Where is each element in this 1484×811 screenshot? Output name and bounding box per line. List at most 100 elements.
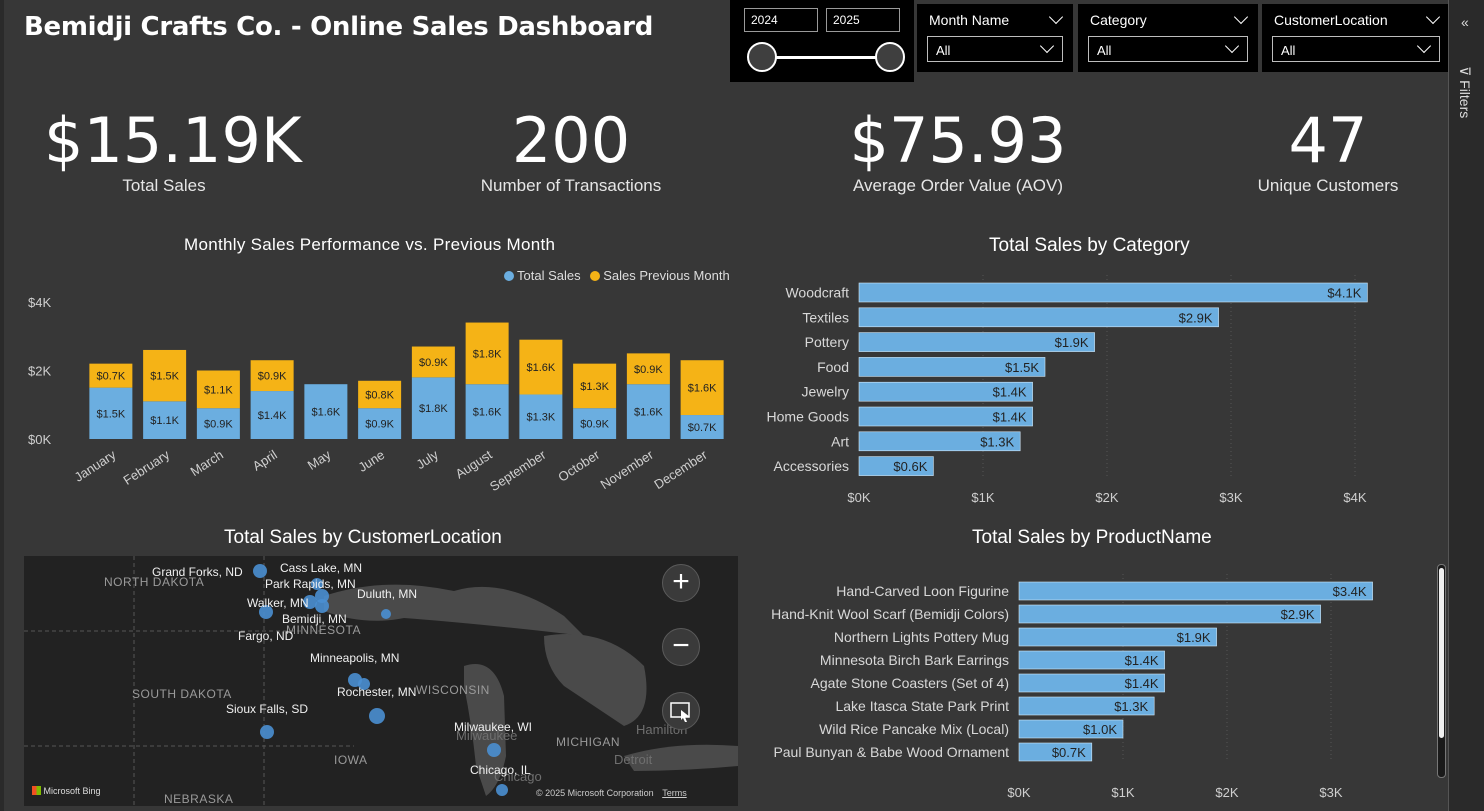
monthly-sales-chart[interactable]: $0K $2K $4K $1.5K $0.7K January $1.1K $1.5K Febr… bbox=[24, 285, 744, 500]
map-credit-text: Microsoft Bing bbox=[43, 786, 101, 796]
map-terms-link[interactable]: Terms bbox=[662, 788, 687, 798]
year-start-input[interactable]: 2024 bbox=[744, 8, 818, 32]
kpi-aov: $75.93 Average Order Value (AOV) bbox=[818, 106, 1098, 196]
data-label: $0.9K bbox=[258, 371, 287, 383]
slicer-customer-location-dropdown[interactable]: All bbox=[1272, 36, 1440, 62]
data-label: $1.4K bbox=[1125, 653, 1159, 668]
filters-pane-label[interactable]: ⊽ Filters bbox=[1456, 66, 1473, 118]
customer-location-map[interactable]: NORTH DAKOTA MINNESOTA SOUTH DAKOTA WISCONS… bbox=[24, 556, 738, 806]
page-title: Bemidji Crafts Co. - Online Sales Dashbo… bbox=[24, 12, 654, 42]
city-label: Cass Lake, MN bbox=[280, 561, 362, 575]
category-label: Art bbox=[831, 433, 849, 449]
data-label: $0.9K bbox=[419, 357, 448, 369]
data-label: $1.1K bbox=[204, 384, 233, 396]
product-chart-scrollbar[interactable] bbox=[1437, 564, 1446, 778]
map-canvas[interactable]: NORTH DAKOTAMINNESOTASOUTH DAKOTA WISCONS… bbox=[24, 556, 738, 806]
filters-label-text: Filters bbox=[1457, 80, 1473, 119]
slicer-category-value: All bbox=[1097, 43, 1112, 58]
bing-logo: Microsoft Bing bbox=[32, 786, 101, 796]
year-slider-track[interactable] bbox=[760, 56, 888, 59]
slicer-month-name[interactable]: Month Name All bbox=[917, 4, 1073, 72]
slicer-customer-location-label: CustomerLocation bbox=[1274, 12, 1388, 28]
data-label: $1.6K bbox=[688, 383, 717, 395]
category-label: Wild Rice Pancake Mix (Local) bbox=[819, 721, 1009, 737]
data-label: $1.6K bbox=[312, 407, 341, 419]
data-label: $1.6K bbox=[473, 407, 502, 419]
data-label: $0.9K bbox=[580, 419, 609, 431]
filters-pane[interactable]: « ⊽ Filters bbox=[1448, 0, 1484, 811]
x-tick-label: September bbox=[487, 447, 549, 495]
x-tick-label: $2K bbox=[1095, 490, 1118, 505]
data-label: $1.6K bbox=[634, 407, 663, 419]
year-end-input[interactable]: 2025 bbox=[826, 8, 900, 32]
x-tick-label: February bbox=[120, 447, 172, 488]
slicer-category[interactable]: Category All bbox=[1078, 4, 1258, 72]
report-canvas: Bemidji Crafts Co. - Online Sales Dashbo… bbox=[0, 0, 1450, 811]
y-tick-label: $4K bbox=[28, 295, 51, 310]
category-label: Hand-Knit Wool Scarf (Bemidji Colors) bbox=[771, 606, 1009, 622]
year-range-slicer[interactable]: 2024 2025 bbox=[730, 0, 914, 82]
slicer-month-name-dropdown[interactable]: All bbox=[927, 36, 1063, 62]
kpi-label: Total Sales bbox=[122, 176, 206, 195]
category-label: Minnesota Birch Bark Earrings bbox=[820, 652, 1009, 668]
location-bubble bbox=[381, 609, 391, 619]
map-copyright-text: © 2025 Microsoft Corporation bbox=[536, 788, 654, 798]
zoom-out-button[interactable]: − bbox=[662, 628, 700, 666]
x-tick-label: $1K bbox=[1111, 785, 1134, 800]
kpi-label: Number of Transactions bbox=[480, 176, 662, 195]
map-title: Total Sales by CustomerLocation bbox=[224, 527, 502, 548]
data-label: $1.5K bbox=[97, 408, 126, 420]
y-tick-label: $0K bbox=[28, 432, 51, 447]
city-label: Grand Forks, ND bbox=[152, 565, 243, 579]
collapse-chevron-icon[interactable] bbox=[1425, 9, 1441, 25]
location-bubble bbox=[487, 743, 501, 757]
x-tick-label: $0K bbox=[847, 490, 870, 505]
x-tick-label: January bbox=[72, 447, 119, 485]
x-tick-label: August bbox=[453, 447, 495, 482]
data-label: $1.9K bbox=[1177, 630, 1211, 645]
data-label: $2.9K bbox=[1179, 310, 1213, 325]
data-label: $0.9K bbox=[634, 364, 663, 376]
category-label: Paul Bunyan & Babe Wood Ornament bbox=[773, 744, 1009, 760]
expand-chevrons-icon[interactable]: « bbox=[1461, 14, 1469, 30]
data-label: $1.3K bbox=[580, 381, 609, 393]
map-region-label: NEBRASKA bbox=[164, 792, 233, 806]
x-tick-label: March bbox=[188, 447, 226, 479]
category-label: Home Goods bbox=[767, 409, 849, 425]
kpi-value: 200 bbox=[511, 104, 631, 177]
filter-funnel-icon: ⊽ bbox=[1457, 66, 1473, 81]
year-slider-start-handle[interactable] bbox=[747, 42, 777, 72]
city-label: Duluth, MN bbox=[357, 587, 417, 601]
collapse-chevron-icon[interactable] bbox=[1048, 9, 1064, 25]
y-tick-label: $2K bbox=[28, 364, 51, 379]
legend-dot-icon bbox=[590, 271, 601, 281]
zoom-in-button[interactable]: + bbox=[662, 564, 700, 602]
map-select-button[interactable] bbox=[662, 692, 700, 730]
data-label: $0.9K bbox=[365, 419, 394, 431]
city-label: Sioux Falls, SD bbox=[226, 702, 308, 716]
data-label: $1.4K bbox=[993, 385, 1027, 400]
scrollbar-thumb[interactable] bbox=[1439, 568, 1444, 738]
collapse-chevron-icon[interactable] bbox=[1233, 9, 1249, 25]
microsoft-logo-icon bbox=[32, 786, 41, 795]
category-label: Lake Itasca State Park Print bbox=[835, 698, 1009, 714]
category-label: Food bbox=[817, 359, 849, 375]
location-bubble bbox=[496, 784, 508, 796]
product-sales-chart[interactable]: $0K $1K $2K $3K Hand-Carved Loon Figurine $3.… bbox=[744, 570, 1434, 805]
legend-previous-month: Sales Previous Month bbox=[603, 268, 730, 283]
city-label: Fargo, ND bbox=[238, 629, 294, 643]
map-region-label: WISCONSIN bbox=[416, 683, 490, 697]
kpi-value: $75.93 bbox=[849, 104, 1067, 177]
category-sales-chart[interactable]: $0K $1K $2K $3K $4K Woodcraft $4.1K Textiles $2.… bbox=[744, 275, 1424, 510]
data-label: $4.1K bbox=[1327, 286, 1361, 301]
data-label: $1.6K bbox=[527, 362, 556, 374]
rectangle-select-icon bbox=[670, 702, 690, 722]
year-slider-end-handle[interactable] bbox=[875, 42, 905, 72]
category-label: Jewelry bbox=[802, 384, 849, 400]
chevron-down-icon bbox=[1416, 38, 1432, 54]
data-label: $3.4K bbox=[1333, 584, 1367, 599]
category-label: Hand-Carved Loon Figurine bbox=[836, 583, 1009, 599]
slicer-customer-location[interactable]: CustomerLocation All bbox=[1262, 4, 1450, 72]
slicer-category-dropdown[interactable]: All bbox=[1088, 36, 1248, 62]
data-label: $1.8K bbox=[473, 348, 502, 360]
